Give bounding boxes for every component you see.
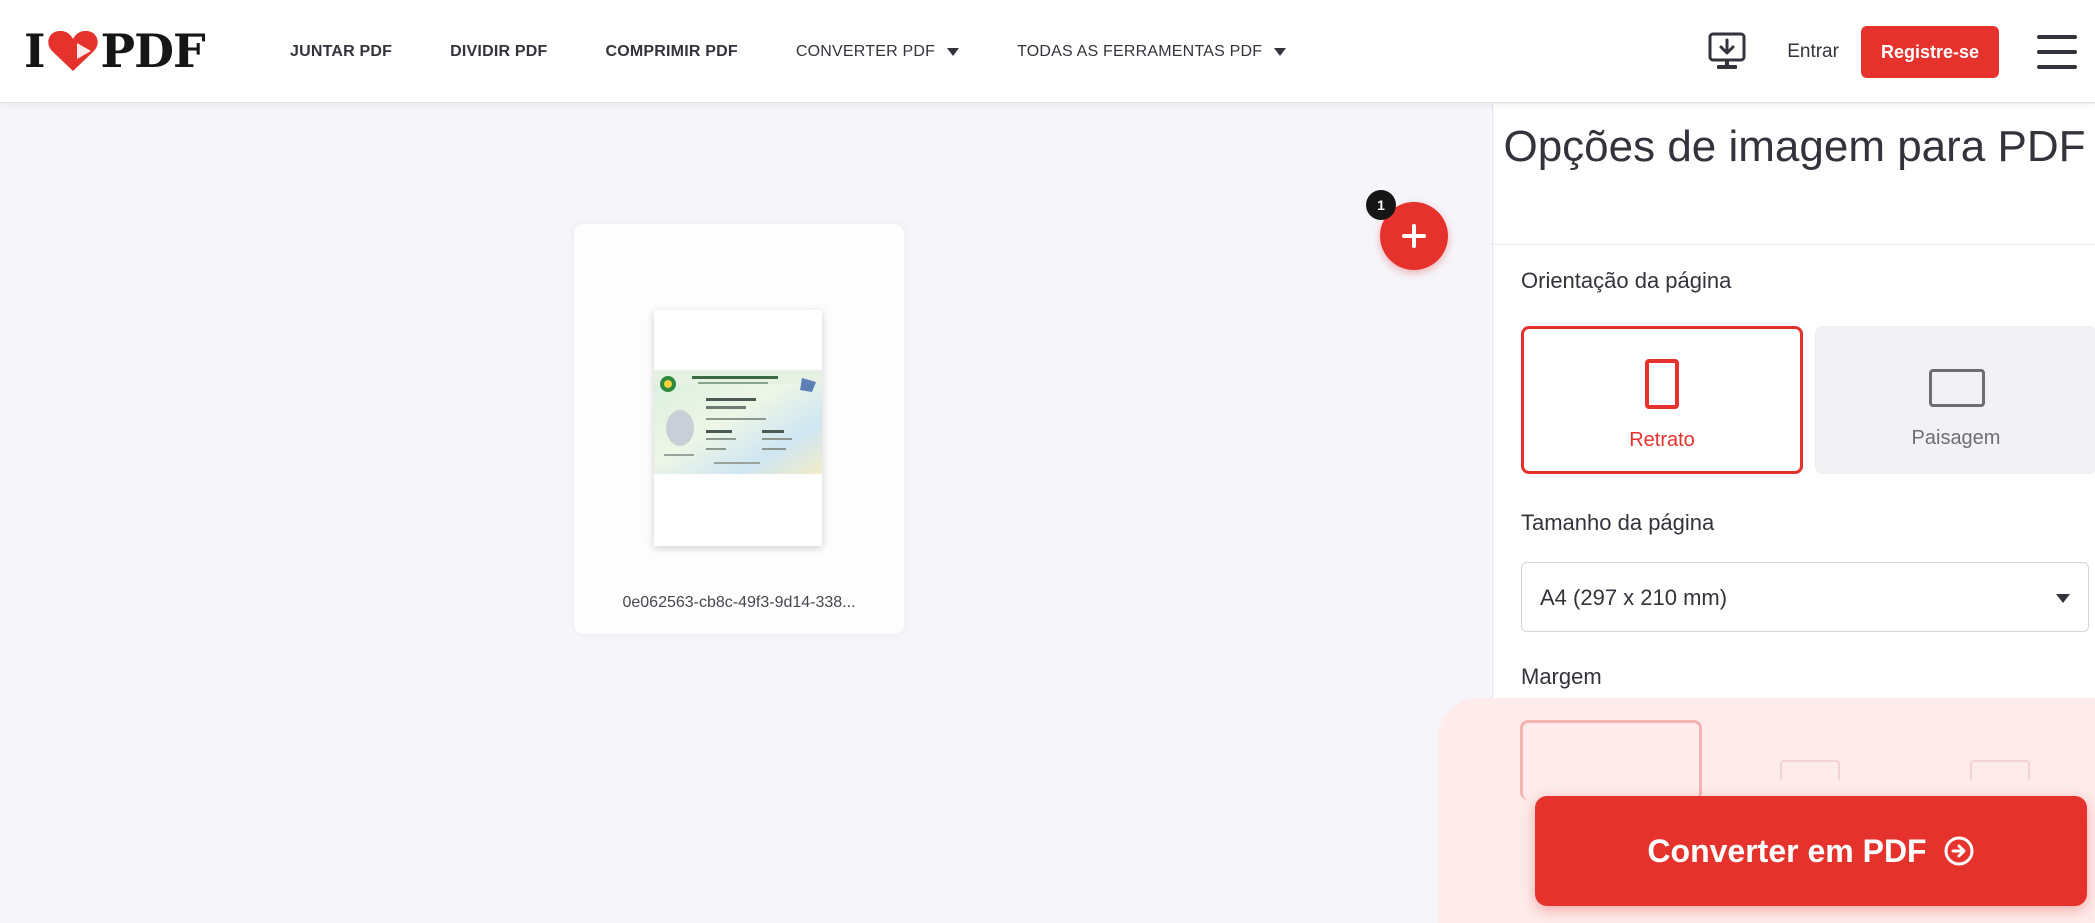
ilovepdf-logo[interactable]: I PDF <box>24 24 206 78</box>
file-card[interactable]: 0e062563-cb8c-49f3-9d14-338... <box>574 224 904 634</box>
page-size-label: Tamanho da página <box>1521 510 1715 535</box>
convert-label: Converter em PDF <box>1647 832 1927 869</box>
id-card-document-thumbnail <box>654 370 822 474</box>
nav-todas-ferramentas[interactable]: TODAS AS FERRAMENTAS PDF <box>1017 42 1287 61</box>
desktop-download-icon[interactable] <box>1707 31 1747 73</box>
register-button[interactable]: Registre-se <box>1860 25 1999 78</box>
file-count-badge: 1 <box>1366 190 1396 220</box>
nav-label: JUNTAR PDF <box>290 42 393 60</box>
nav-label: DIVIDIR PDF <box>450 42 548 60</box>
top-header: I PDF JUNTAR PDF DIVIDIR PDF COMPRIMIR P… <box>0 0 2095 103</box>
login-link[interactable]: Entrar <box>1787 41 1839 63</box>
nav-label: COMPRIMIR PDF <box>605 42 738 60</box>
header-actions: Entrar Registre-se <box>1707 0 2095 103</box>
arrow-circle-right-icon <box>1944 836 1974 866</box>
main-nav: JUNTAR PDF DIVIDIR PDF COMPRIMIR PDF CON… <box>290 0 1344 103</box>
hamburger-menu-icon[interactable] <box>2037 34 2077 69</box>
orientation-label: Orientação da página <box>1521 268 1732 293</box>
page-size-select[interactable]: A4 (297 x 210 mm) <box>1521 562 2089 632</box>
landscape-page-icon <box>1929 369 1985 407</box>
nav-label: CONVERTER PDF <box>795 42 936 60</box>
file-name: 0e062563-cb8c-49f3-9d14-338... <box>622 594 856 611</box>
file-page-preview <box>654 310 822 546</box>
caret-down-icon <box>1274 47 1287 56</box>
logo-text-left: I <box>24 24 46 78</box>
nav-dividir-pdf[interactable]: DIVIDIR PDF <box>450 43 547 61</box>
nav-converter-pdf[interactable]: CONVERTER PDF <box>795 42 960 61</box>
margin-label: Margem <box>1521 664 1602 689</box>
orientation-portrait-option[interactable]: Retrato <box>1521 326 1803 474</box>
orientation-option-label: Paisagem <box>1911 427 2001 449</box>
caret-down-icon <box>947 47 960 56</box>
orientation-option-label: Retrato <box>1629 429 1695 451</box>
page-size-value: A4 (297 x 210 mm) <box>1540 585 1728 610</box>
caret-down-icon <box>2056 594 2070 603</box>
logo-text-right: PDF <box>100 24 206 78</box>
portrait-page-icon <box>1645 359 1679 409</box>
nav-label: TODAS AS FERRAMENTAS PDF <box>1017 42 1263 60</box>
orientation-landscape-option[interactable]: Paisagem <box>1815 326 2095 474</box>
heart-icon <box>47 30 98 71</box>
convert-to-pdf-button[interactable]: Converter em PDF <box>1535 796 2087 906</box>
nav-comprimir-pdf[interactable]: COMPRIMIR PDF <box>605 43 737 61</box>
margin-option-no-margin[interactable] <box>1520 720 1702 800</box>
margin-option-big[interactable] <box>1970 760 2030 780</box>
file-workspace: 0e062563-cb8c-49f3-9d14-338... 1 <box>0 104 1490 923</box>
margin-option-small[interactable] <box>1780 760 1840 780</box>
sidebar-divider <box>1493 244 2095 245</box>
nav-juntar-pdf[interactable]: JUNTAR PDF <box>290 43 392 61</box>
sidebar-title: Opções de imagem para PDF <box>1503 122 2086 171</box>
